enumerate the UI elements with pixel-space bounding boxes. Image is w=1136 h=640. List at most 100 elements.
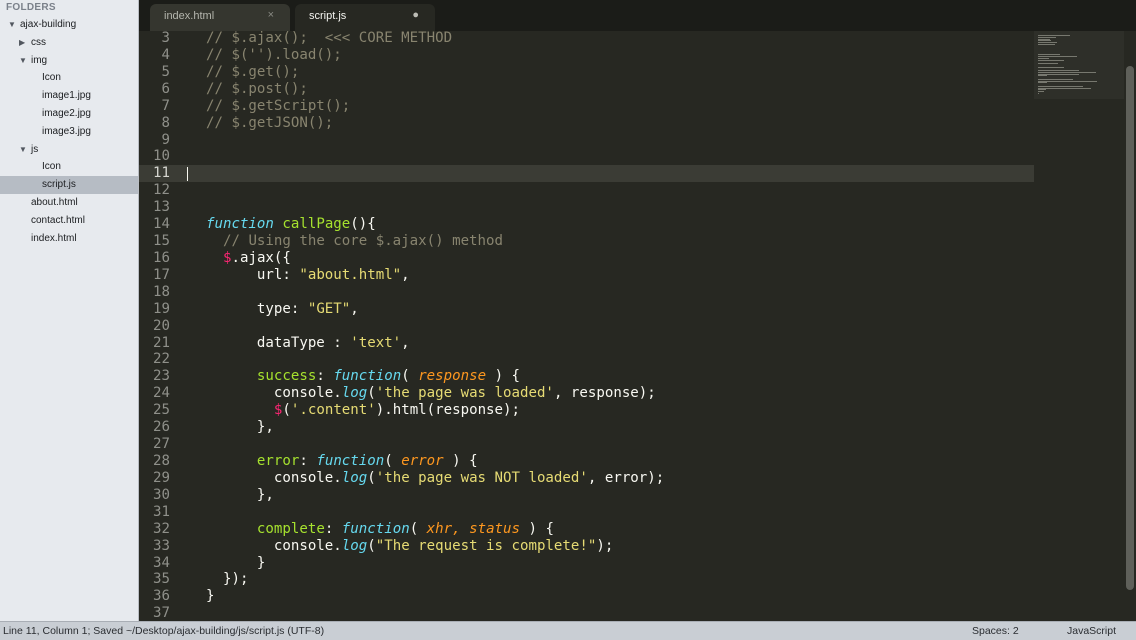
line-number: 34: [153, 554, 170, 571]
indentation-setting[interactable]: Spaces: 2: [972, 622, 1019, 640]
code-text: error: function( error ) {: [256, 453, 478, 469]
line-number: 9: [161, 131, 171, 148]
disclosure-collapsed-icon[interactable]: ▶: [19, 34, 25, 52]
status-position: Line 11, Column 1; Saved ~/Desktop/ajax-…: [3, 625, 325, 637]
file-tree-item[interactable]: index.html: [0, 230, 138, 248]
file-tree-item[interactable]: ▶ css: [0, 34, 138, 52]
code-line[interactable]: 21 dataType : 'text',: [139, 335, 1034, 352]
code-line[interactable]: 12: [139, 182, 1034, 199]
code-line[interactable]: 7 // $.getScript();: [139, 98, 1034, 115]
code-line[interactable]: 8 // $.getJSON();: [139, 115, 1034, 132]
file-tree-item[interactable]: Icon: [0, 69, 138, 87]
line-number: 16: [153, 249, 170, 266]
code-line[interactable]: 11: [139, 165, 1034, 183]
file-tree-item[interactable]: ▼ js: [0, 141, 138, 159]
line-number: 31: [153, 503, 170, 520]
scrollbar[interactable]: [1126, 66, 1134, 590]
file-tree-item[interactable]: script.js: [0, 176, 138, 195]
code-line[interactable]: 4 // $('').load();: [139, 47, 1034, 64]
code-line[interactable]: 6 // $.post();: [139, 81, 1034, 98]
minimap-line: [1038, 75, 1047, 77]
code-line[interactable]: 37: [139, 605, 1034, 621]
file-tree-item[interactable]: ▼ img: [0, 52, 138, 70]
file-tree-item[interactable]: Icon: [0, 158, 138, 176]
line-number: 18: [153, 283, 170, 300]
file-tree-item[interactable]: about.html: [0, 194, 138, 212]
code-line[interactable]: 30 },: [139, 487, 1034, 504]
file-tree-item[interactable]: contact.html: [0, 212, 138, 230]
file-tree-label: img: [31, 54, 48, 66]
file-tree-label: about.html: [31, 197, 78, 208]
file-tree-label: js: [31, 143, 39, 155]
minimap-line: [1038, 59, 1065, 61]
disclosure-expanded-icon[interactable]: ▼: [19, 52, 27, 70]
code-line[interactable]: 16 $.ajax({: [139, 250, 1034, 267]
code-line[interactable]: 27: [139, 436, 1034, 453]
code-line[interactable]: 24 console.log('the page was loaded', re…: [139, 385, 1034, 402]
tab-index-html[interactable]: index.html ×: [150, 4, 290, 31]
file-tree-item[interactable]: ▼ ajax-building: [0, 16, 138, 34]
code-line[interactable]: 9: [139, 132, 1034, 149]
code-line[interactable]: 33 console.log("The request is complete!…: [139, 538, 1034, 555]
disclosure-expanded-icon[interactable]: ▼: [19, 141, 27, 159]
tab-script-js[interactable]: script.js ●: [295, 4, 435, 31]
code-line[interactable]: 14 function callPage(){: [139, 216, 1034, 233]
code-line[interactable]: 3 // $.ajax(); <<< CORE METHOD: [139, 31, 1034, 47]
code-text: // $.getJSON();: [206, 114, 334, 131]
syntax-selector[interactable]: JavaScript: [1067, 622, 1116, 640]
code-editor[interactable]: 3 // $.ajax(); <<< CORE METHOD 4 // $('').l…: [139, 31, 1034, 621]
file-tree-item[interactable]: image2.jpg: [0, 105, 138, 123]
code-line[interactable]: 23 success: function( response ) {: [139, 368, 1034, 385]
code-line[interactable]: 10: [139, 148, 1034, 165]
code-line[interactable]: 35 });: [139, 571, 1034, 588]
line-number: 22: [153, 351, 170, 368]
file-tree-label: script.js: [42, 179, 76, 191]
code-text: // $.get();: [206, 63, 300, 80]
code-text: });: [206, 571, 249, 588]
line-number: 12: [153, 182, 170, 199]
code-line[interactable]: 22: [139, 351, 1034, 368]
code-text: dataType : 'text',: [206, 334, 410, 351]
code-line[interactable]: 20: [139, 318, 1034, 335]
file-tree-item[interactable]: image3.jpg: [0, 123, 138, 141]
code-line[interactable]: 18: [139, 284, 1034, 301]
code-text: console.log('the page was loaded', respo…: [206, 385, 656, 402]
disclosure-expanded-icon[interactable]: ▼: [8, 16, 16, 34]
unsaved-dot-icon[interactable]: ●: [412, 9, 419, 21]
code-line[interactable]: 29 console.log('the page was NOT loaded'…: [139, 470, 1034, 487]
line-number: 28: [153, 453, 170, 469]
line-number: 19: [153, 300, 170, 317]
line-number: 17: [153, 266, 170, 283]
code-line[interactable]: 36}: [139, 588, 1034, 605]
code-line[interactable]: 31: [139, 504, 1034, 521]
folders-header: FOLDERS: [6, 2, 56, 13]
minimap-line: [1038, 92, 1040, 94]
code-text: },: [206, 419, 274, 436]
code-line[interactable]: 26 },: [139, 419, 1034, 436]
code-line[interactable]: 5 // $.get();: [139, 64, 1034, 81]
code-line[interactable]: 34 }: [139, 555, 1034, 572]
code-text: function callPage(){: [206, 216, 376, 233]
line-number: 30: [153, 486, 170, 503]
code-line[interactable]: 19 type: "GET",: [139, 301, 1034, 318]
code-line[interactable]: 25 $('.content').html(response);: [139, 402, 1034, 419]
file-tree-item[interactable]: image1.jpg: [0, 87, 138, 105]
close-icon[interactable]: ×: [268, 9, 274, 21]
line-number: 10: [153, 148, 170, 165]
line-number: 33: [153, 537, 170, 554]
code-text: }: [206, 588, 215, 605]
code-line[interactable]: 13: [139, 199, 1034, 216]
file-tree-label: Icon: [42, 161, 61, 173]
code-line[interactable]: 28 error: function( error ) {: [139, 453, 1034, 470]
file-tree-label: Icon: [42, 72, 61, 84]
code-line[interactable]: 15 // Using the core $.ajax() method: [139, 233, 1034, 250]
code-line[interactable]: 32 complete: function( xhr, status ) {: [139, 521, 1034, 538]
code-text: $.ajax({: [222, 249, 291, 266]
status-bar: Line 11, Column 1; Saved ~/Desktop/ajax-…: [0, 621, 1136, 640]
line-number: 6: [161, 80, 171, 97]
code-text: success: function( response ) {: [256, 368, 521, 385]
line-number: 27: [153, 436, 170, 453]
code-line[interactable]: 17 url: "about.html",: [139, 267, 1034, 284]
minimap[interactable]: [1034, 31, 1124, 99]
minimap-line: [1038, 82, 1047, 84]
